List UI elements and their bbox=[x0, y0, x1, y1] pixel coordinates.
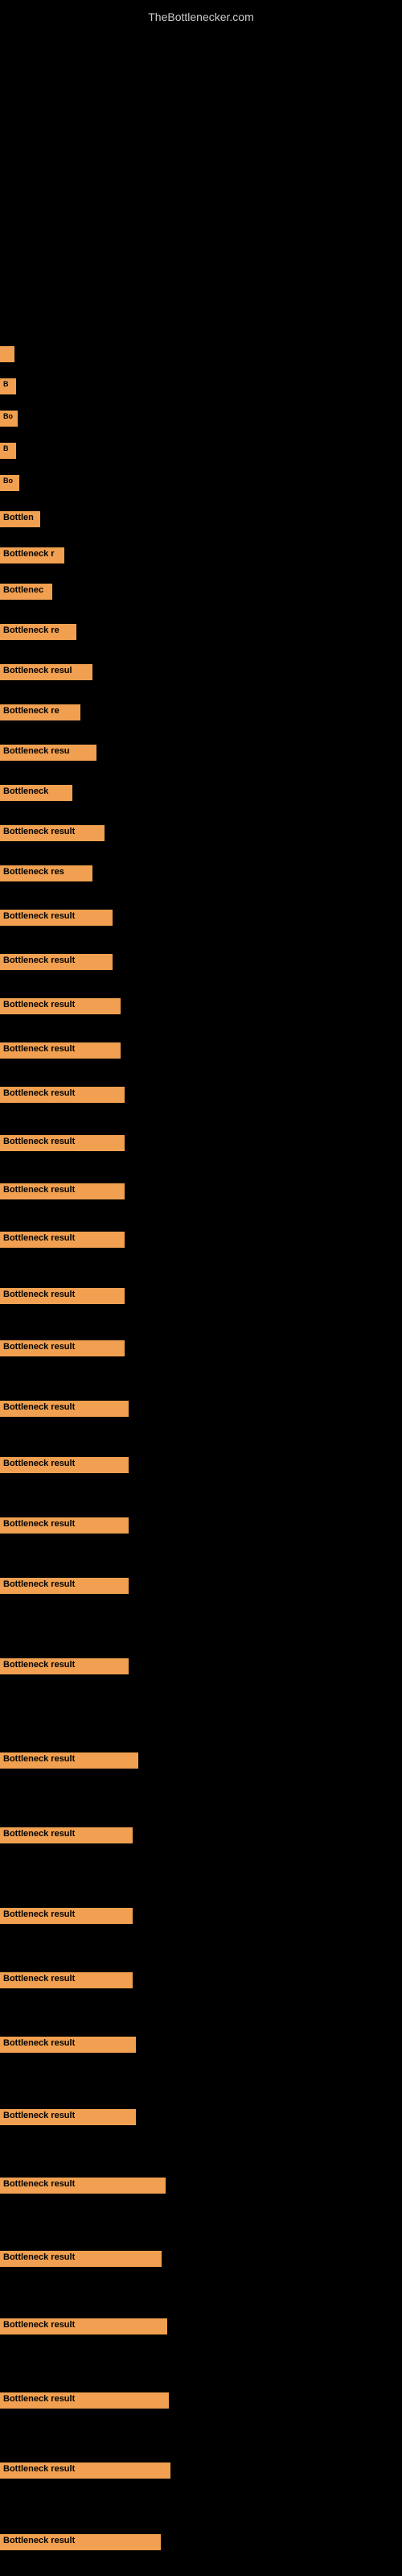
bottleneck-bar-row-16: Bottleneck result bbox=[0, 910, 113, 930]
bottleneck-bar-2[interactable]: B bbox=[0, 378, 16, 394]
bottleneck-bar-37[interactable]: Bottleneck result bbox=[0, 2178, 166, 2194]
bottleneck-bar-11[interactable]: Bottleneck re bbox=[0, 704, 80, 720]
bottleneck-bar-32[interactable]: Bottleneck result bbox=[0, 1827, 133, 1843]
bottleneck-bar-row-23: Bottleneck result bbox=[0, 1232, 125, 1252]
bottleneck-bar-row-39: Bottleneck result bbox=[0, 2318, 167, 2339]
bottleneck-bar-36[interactable]: Bottleneck result bbox=[0, 2109, 136, 2125]
bottleneck-bar-row-22: Bottleneck result bbox=[0, 1183, 125, 1203]
bottleneck-bar-20[interactable]: Bottleneck result bbox=[0, 1087, 125, 1103]
bottleneck-bar-row-8: Bottlenec bbox=[0, 584, 52, 604]
bottleneck-bar-row-19: Bottleneck result bbox=[0, 1042, 121, 1063]
bottleneck-bar-10[interactable]: Bottleneck resul bbox=[0, 664, 92, 680]
bottleneck-bar-9[interactable]: Bottleneck re bbox=[0, 624, 76, 640]
bottleneck-bar-5[interactable]: Bo bbox=[0, 475, 19, 491]
bottleneck-bar-17[interactable]: Bottleneck result bbox=[0, 954, 113, 970]
bottleneck-bar-23[interactable]: Bottleneck result bbox=[0, 1232, 125, 1248]
bottleneck-bar-row-38: Bottleneck result bbox=[0, 2251, 162, 2271]
bottleneck-bar-row-3: Bo bbox=[0, 411, 18, 431]
bottleneck-bar-38[interactable]: Bottleneck result bbox=[0, 2251, 162, 2267]
bottleneck-bar-row-28: Bottleneck result bbox=[0, 1517, 129, 1538]
bottleneck-bar-row-11: Bottleneck re bbox=[0, 704, 80, 724]
bottleneck-bar-row-17: Bottleneck result bbox=[0, 954, 113, 974]
bottleneck-bar-39[interactable]: Bottleneck result bbox=[0, 2318, 167, 2334]
bottleneck-bar-row-4: B bbox=[0, 443, 16, 463]
bottleneck-bar-row-21: Bottleneck result bbox=[0, 1135, 125, 1155]
bottleneck-bar-30[interactable]: Bottleneck result bbox=[0, 1658, 129, 1674]
bottleneck-bar-row-7: Bottleneck r bbox=[0, 547, 64, 568]
bottleneck-bar-14[interactable]: Bottleneck result bbox=[0, 825, 105, 841]
bottleneck-bar-41[interactable]: Bottleneck result bbox=[0, 2462, 170, 2479]
bottleneck-bar-26[interactable]: Bottleneck result bbox=[0, 1401, 129, 1417]
bottleneck-bar-33[interactable]: Bottleneck result bbox=[0, 1908, 133, 1924]
bottleneck-bar-15[interactable]: Bottleneck res bbox=[0, 865, 92, 881]
bottleneck-bar-40[interactable]: Bottleneck result bbox=[0, 2392, 169, 2409]
bottleneck-bar-21[interactable]: Bottleneck result bbox=[0, 1135, 125, 1151]
bottleneck-bar-row-26: Bottleneck result bbox=[0, 1401, 129, 1421]
bottleneck-bar-row-32: Bottleneck result bbox=[0, 1827, 133, 1847]
bottleneck-bar-29[interactable]: Bottleneck result bbox=[0, 1578, 129, 1594]
bottleneck-bar-25[interactable]: Bottleneck result bbox=[0, 1340, 125, 1356]
bottleneck-bar-row-14: Bottleneck result bbox=[0, 825, 105, 845]
bottleneck-bar-row-41: Bottleneck result bbox=[0, 2462, 170, 2483]
bottleneck-bar-row-24: Bottleneck result bbox=[0, 1288, 125, 1308]
bottleneck-bar-row-27: Bottleneck result bbox=[0, 1457, 129, 1477]
bottleneck-bar-31[interactable]: Bottleneck result bbox=[0, 1752, 138, 1769]
bottleneck-bar-4[interactable]: B bbox=[0, 443, 16, 459]
bottleneck-bar-row-18: Bottleneck result bbox=[0, 998, 121, 1018]
bottleneck-bar-27[interactable]: Bottleneck result bbox=[0, 1457, 129, 1473]
bottleneck-bar-row-40: Bottleneck result bbox=[0, 2392, 169, 2413]
bottleneck-bar-row-35: Bottleneck result bbox=[0, 2037, 136, 2057]
bottleneck-bar-42[interactable]: Bottleneck result bbox=[0, 2534, 161, 2550]
bottleneck-bar-7[interactable]: Bottleneck r bbox=[0, 547, 64, 564]
bottleneck-bar-row-25: Bottleneck result bbox=[0, 1340, 125, 1360]
bottleneck-bar-row-10: Bottleneck resul bbox=[0, 664, 92, 684]
bottleneck-bar-24[interactable]: Bottleneck result bbox=[0, 1288, 125, 1304]
bottleneck-bar-6[interactable]: Bottlen bbox=[0, 511, 40, 527]
bottleneck-bar-row-33: Bottleneck result bbox=[0, 1908, 133, 1928]
bottleneck-bar-row-12: Bottleneck resu bbox=[0, 745, 96, 765]
bottleneck-bar-row-30: Bottleneck result bbox=[0, 1658, 129, 1678]
bottleneck-bar-19[interactable]: Bottleneck result bbox=[0, 1042, 121, 1059]
bottleneck-bar-row-20: Bottleneck result bbox=[0, 1087, 125, 1107]
bottleneck-bar-row-15: Bottleneck res bbox=[0, 865, 92, 886]
bottleneck-bar-row-29: Bottleneck result bbox=[0, 1578, 129, 1598]
bottleneck-bar-row-42: Bottleneck result bbox=[0, 2534, 161, 2554]
bottleneck-bar-34[interactable]: Bottleneck result bbox=[0, 1972, 133, 1988]
bottleneck-bar-row-34: Bottleneck result bbox=[0, 1972, 133, 1992]
bottleneck-bar-12[interactable]: Bottleneck resu bbox=[0, 745, 96, 761]
bottleneck-bar-8[interactable]: Bottlenec bbox=[0, 584, 52, 600]
bottleneck-bar-3[interactable]: Bo bbox=[0, 411, 18, 427]
site-title: TheBottlenecker.com bbox=[0, 4, 402, 30]
bottleneck-bar-row-1 bbox=[0, 346, 14, 366]
bottleneck-bar-row-5: Bo bbox=[0, 475, 19, 495]
bottleneck-bar-row-13: Bottleneck bbox=[0, 785, 72, 805]
bottleneck-bar-22[interactable]: Bottleneck result bbox=[0, 1183, 125, 1199]
bottleneck-bar-row-6: Bottlen bbox=[0, 511, 40, 531]
bottleneck-bar-18[interactable]: Bottleneck result bbox=[0, 998, 121, 1014]
bottleneck-bar-28[interactable]: Bottleneck result bbox=[0, 1517, 129, 1534]
bottleneck-bar-row-37: Bottleneck result bbox=[0, 2178, 166, 2198]
bottleneck-bar-row-9: Bottleneck re bbox=[0, 624, 76, 644]
bottleneck-bar-row-31: Bottleneck result bbox=[0, 1752, 138, 1773]
bottleneck-bar-row-2: B bbox=[0, 378, 16, 398]
bottleneck-bar-16[interactable]: Bottleneck result bbox=[0, 910, 113, 926]
bottleneck-bar-35[interactable]: Bottleneck result bbox=[0, 2037, 136, 2053]
bottleneck-bar-row-36: Bottleneck result bbox=[0, 2109, 136, 2129]
bottleneck-bar-1[interactable] bbox=[0, 346, 14, 362]
bottleneck-bar-13[interactable]: Bottleneck bbox=[0, 785, 72, 801]
